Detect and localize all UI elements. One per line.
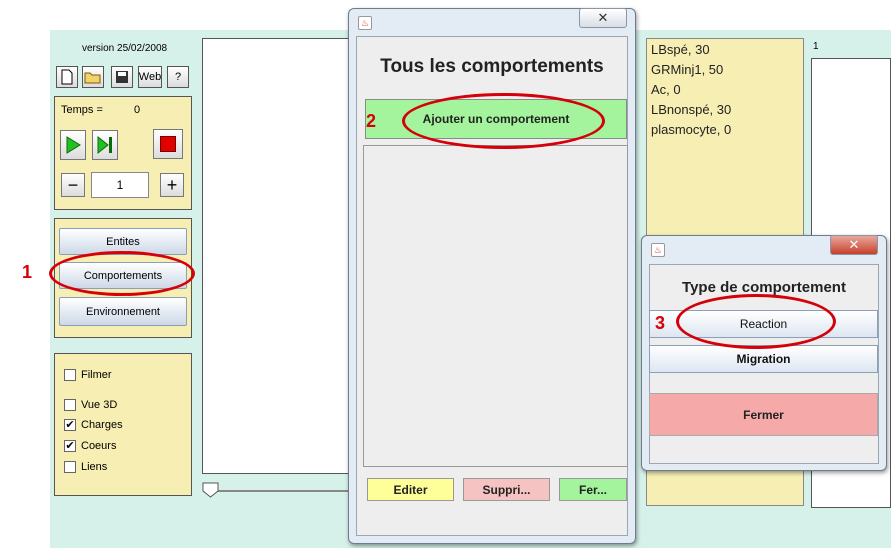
list-item: Ac, 0 [651,82,681,97]
java-icon: ♨ [651,243,665,257]
list-item: plasmocyte, 0 [651,122,732,137]
liens-check-box [64,461,76,473]
help-button[interactable]: ? [167,66,189,88]
close-dialog-button[interactable]: Fer... [559,478,627,501]
step-number: 2 [366,111,377,131]
highlight-oval [676,294,836,349]
highlight-oval [49,251,195,296]
edit-button[interactable]: Editer [367,478,454,501]
step-number: 1 [22,262,33,282]
list-item: LBspé, 30 [651,42,710,57]
temps-value: 0 [134,104,141,116]
java-icon: ♨ [358,16,372,30]
open-folder-icon[interactable] [82,66,104,88]
right-panel-index: 1 [813,41,819,52]
environnement-button[interactable]: Environnement [59,297,187,326]
decrement-button[interactable]: − [61,173,85,197]
highlight-oval [402,93,605,149]
increment-button[interactable]: + [160,173,184,197]
slider-track [212,490,348,492]
step-number: 3 [655,313,666,333]
coeurs-check-box: ✔ [64,440,76,452]
coeurs-checkbox[interactable]: ✔ Coeurs [64,440,116,452]
step-forward-icon[interactable] [92,130,118,160]
charges-check-box: ✔ [64,419,76,431]
list-item: LBnonspé, 30 [651,102,732,117]
filmer-checkbox[interactable]: Filmer [64,369,112,381]
play-icon[interactable] [60,130,86,160]
temps-label: Temps = [61,104,103,116]
new-file-icon[interactable] [56,66,78,88]
close-icon[interactable]: ✕ [579,8,627,28]
charges-checkbox[interactable]: ✔ Charges [64,419,123,431]
dialog-title: Tous les comportements [380,56,604,77]
vue3d-checkbox[interactable]: Vue 3D [64,399,117,411]
close-icon[interactable]: ✕ [830,235,878,255]
slider-thumb[interactable] [202,482,220,503]
web-button[interactable]: Web [138,66,162,88]
migration-button[interactable]: Migration [649,345,878,373]
step-input[interactable]: 1 [91,172,149,198]
vue3d-check-box [64,399,76,411]
liens-checkbox[interactable]: Liens [64,461,107,473]
behaviors-list[interactable] [363,145,628,467]
list-item: GRMinj1, 50 [651,62,724,77]
simulation-canvas[interactable] [202,38,362,474]
delete-button[interactable]: Suppri... [463,478,550,501]
fermer-button[interactable]: Fermer [649,393,878,436]
filmer-check-box [64,369,76,381]
version-label: version 25/02/2008 [82,43,168,54]
save-icon[interactable] [111,66,133,88]
stop-icon[interactable] [153,129,183,159]
